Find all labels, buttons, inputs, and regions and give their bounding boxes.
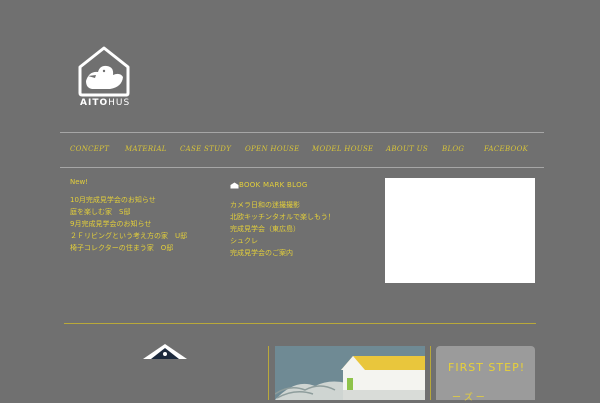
news-item[interactable]: 椅子コレクターの住まう家 O邸 [70,242,187,254]
nav-model-house[interactable]: MODEL HOUSE [312,145,373,153]
nav-material[interactable]: MATERIAL [125,145,167,153]
column-divider [268,346,269,400]
blog-item[interactable]: 完成見学会（東広島） [230,223,335,235]
nav-facebook[interactable]: FACEBOOK [484,145,528,153]
blog-item[interactable]: 北欧キッチンタオルで楽しもう！ [230,211,335,223]
first-step-subtitle: ー ズ ー [452,393,485,403]
bookmark-house-icon [230,182,239,188]
column-divider [430,346,431,400]
blog-heading-text: BOOK MARK BLOG [239,181,308,189]
blog-list: カメラ日和の迷撮撮影 北欧キッチンタオルで楽しもう！ 完成見学会（東広島） シュ… [230,199,335,259]
news-heading: New! [70,178,89,186]
nav-about-us[interactable]: ABOUT US [386,145,428,153]
first-step-card[interactable]: FIRST STEP! ー ズ ー [436,346,535,403]
brand-name-bold: AITO [80,98,109,108]
banner-placeholder[interactable] [385,178,535,283]
main-nav: CONCEPT MATERIAL CASE STUDY OPEN HOUSE M… [60,136,544,164]
blog-heading: BOOK MARK BLOG [230,181,308,189]
news-list: 10月完成見学会のお知らせ 庭を楽しむ家 S邸 9月完成見学会のお知らせ ２Ｆリ… [70,194,187,254]
house-bird-icon [78,46,130,97]
nav-concept[interactable]: CONCEPT [70,145,109,153]
news-item[interactable]: 10月完成見学会のお知らせ [70,194,187,206]
blog-item[interactable]: カメラ日和の迷撮撮影 [230,199,335,211]
first-step-title: FIRST STEP! [448,361,526,374]
news-item[interactable]: ２Ｆリビングという考え方の家 U邸 [70,230,187,242]
small-house-icon [143,344,187,364]
brand-name-rest: HUS [108,98,131,108]
logo-wordmark[interactable]: AITOHUS [80,98,130,108]
content-divider [64,323,536,324]
blog-item[interactable]: 完成見学会のご案内 [230,247,335,259]
blog-item[interactable]: シュクレ [230,235,335,247]
nav-top-divider [60,132,544,133]
house-illustration[interactable] [275,346,425,400]
nav-case-study[interactable]: CASE STUDY [180,145,231,153]
nav-bottom-divider [60,167,544,168]
illustration-image [275,346,425,400]
news-item[interactable]: 9月完成見学会のお知らせ [70,218,187,230]
logo-mark[interactable] [76,45,132,97]
news-item[interactable]: 庭を楽しむ家 S邸 [70,206,187,218]
nav-open-house[interactable]: OPEN HOUSE [245,145,300,153]
nav-blog[interactable]: BLOG [442,145,464,153]
